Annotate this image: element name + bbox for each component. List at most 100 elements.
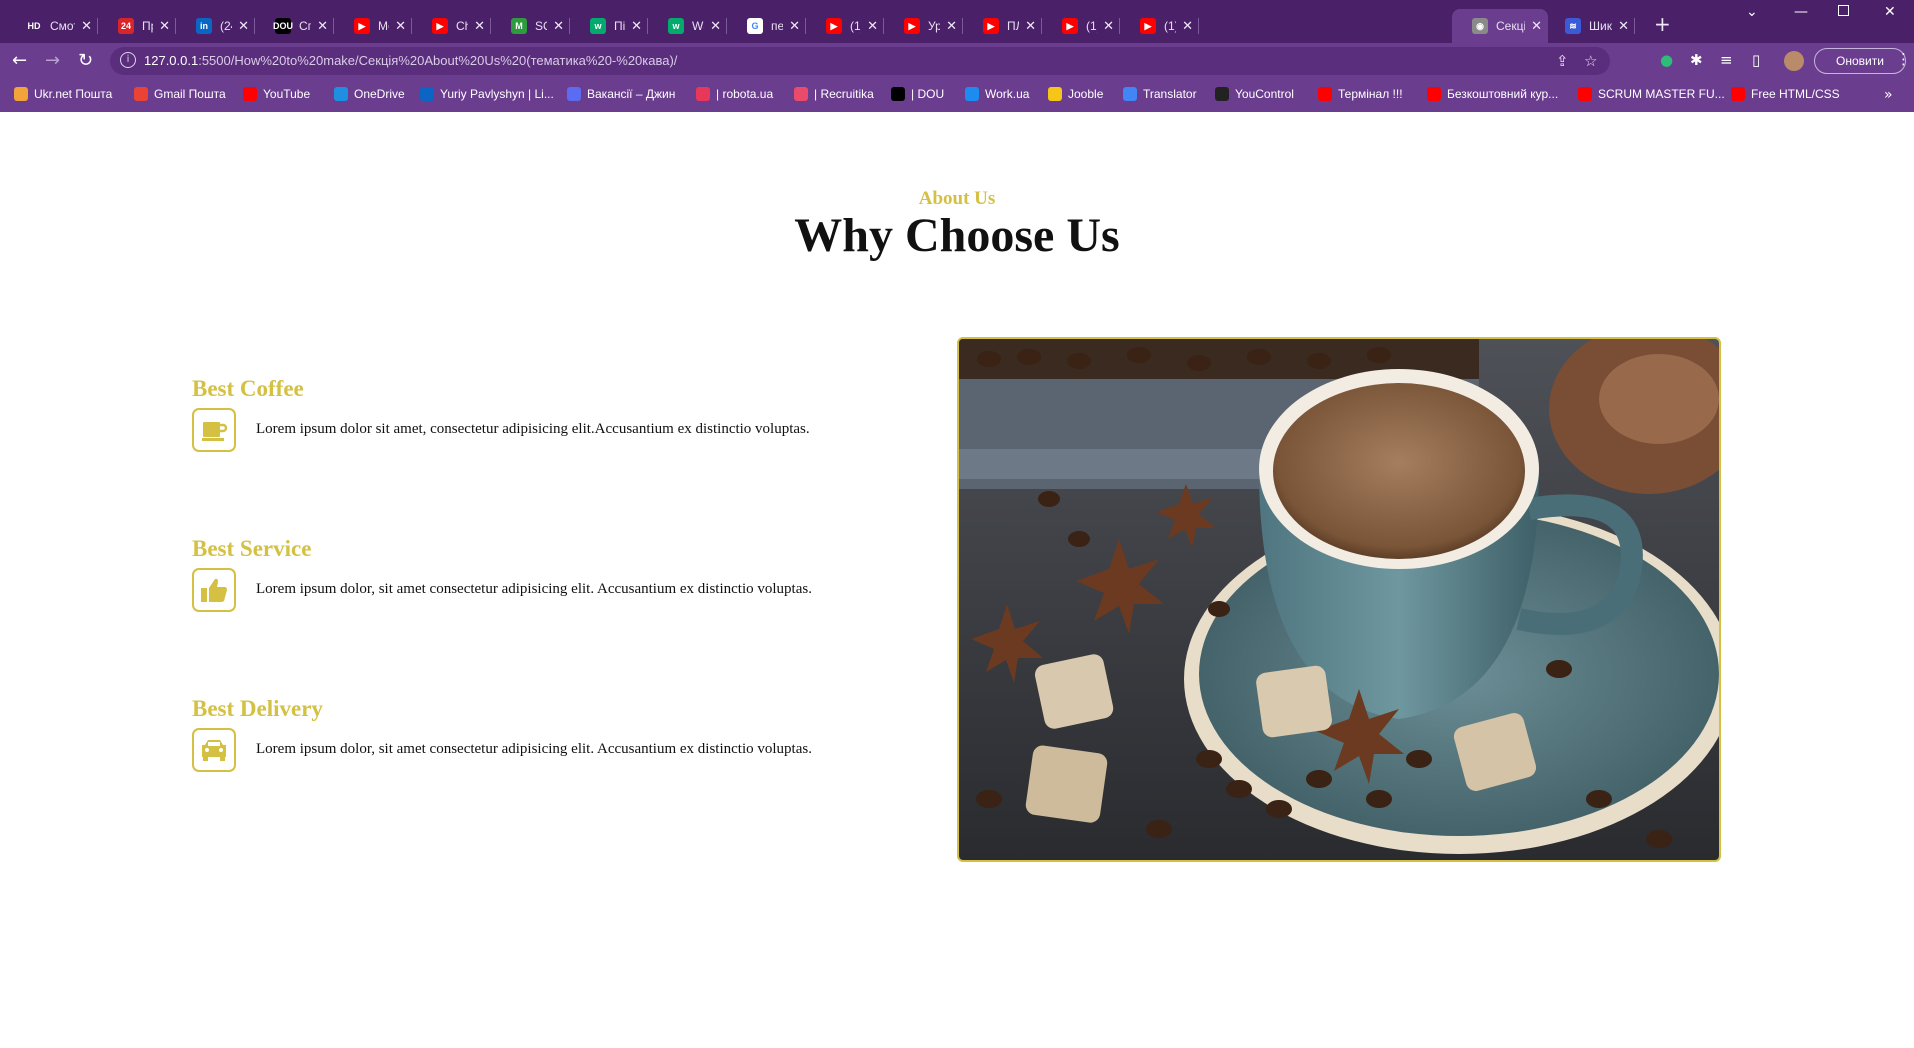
bookmark-label: Free HTML/CSS (1751, 87, 1840, 101)
tab-title: Підка (614, 19, 626, 33)
bookmark-label: OneDrive (354, 87, 405, 101)
minimize-icon[interactable]: — (1794, 4, 1808, 20)
browser-tab[interactable]: ◉ Секці ✕ (1452, 9, 1548, 43)
browser-tab[interactable]: ▶ (1) CS ✕ (1042, 9, 1120, 43)
bookmark-item[interactable]: Термінал !!! (1318, 87, 1403, 101)
bookmark-favicon-icon (1578, 87, 1592, 101)
browser-tab[interactable]: w W3Sc ✕ (648, 9, 727, 43)
bookmark-item[interactable]: Jooble (1048, 87, 1103, 101)
media-icon[interactable]: ≡ (1720, 51, 1733, 69)
tab-close-icon[interactable]: ✕ (1025, 18, 1036, 34)
browser-tab[interactable]: DOU Співб ✕ (255, 9, 334, 43)
browser-tab[interactable]: ▶ Моду ✕ (334, 9, 412, 43)
browser-tab[interactable]: ▶ (1) Ка ✕ (1120, 9, 1199, 43)
tab-close-icon[interactable]: ✕ (159, 18, 170, 34)
coffee-cup-photo (957, 337, 1721, 862)
bookmark-item[interactable]: OneDrive (334, 87, 405, 101)
browser-tab[interactable]: Gперев ✕ (727, 9, 806, 43)
tab-close-icon[interactable]: ✕ (710, 18, 721, 34)
bookmark-favicon-icon (696, 87, 710, 101)
bookmark-label: | DOU (911, 87, 945, 101)
bookmark-item[interactable]: | robota.ua (696, 87, 773, 101)
tab-close-icon[interactable]: ✕ (474, 18, 485, 34)
browser-tab[interactable]: ▶ (1) ЧТ ✕ (806, 9, 884, 43)
browser-tab[interactable]: M SQL fo ✕ (491, 9, 570, 43)
reload-icon[interactable]: ↻ (78, 50, 93, 71)
thumbs-up-icon (192, 568, 236, 612)
browser-tab[interactable]: ▶ ПЛАН ✕ (963, 9, 1042, 43)
feature-heading: Best Coffee (192, 376, 304, 401)
bookmark-item[interactable]: Gmail Пошта (134, 87, 226, 101)
feature-best-service: Best Service Lorem ipsum dolor, sit amet… (192, 536, 892, 636)
bookmark-item[interactable]: Безкоштовний кур... (1427, 87, 1558, 101)
feature-text: Lorem ipsum dolor, sit amet consectetur … (256, 581, 812, 597)
tab-title: (24) Л (220, 19, 232, 33)
bookmark-favicon-icon (794, 87, 808, 101)
site-info-icon[interactable]: i (120, 52, 136, 68)
browser-tab[interactable]: ≋ Шику ✕ (1545, 9, 1635, 43)
bookmark-item[interactable]: Work.ua (965, 87, 1029, 101)
tab-title: Смотр (50, 19, 75, 33)
bookmark-item[interactable]: Translator (1123, 87, 1197, 101)
bookmark-label: YouControl (1235, 87, 1294, 101)
forward-icon[interactable]: → (45, 50, 60, 71)
tab-search-icon[interactable]: ⌄ (1746, 4, 1758, 20)
bookmark-star-icon[interactable]: ☆ (1584, 52, 1597, 70)
bookmark-favicon-icon (1215, 87, 1229, 101)
more-bookmarks-icon[interactable]: » (1884, 87, 1893, 103)
tab-close-icon[interactable]: ✕ (1182, 18, 1193, 34)
tab-close-icon[interactable]: ✕ (631, 18, 642, 34)
menu-icon[interactable]: ⋮ (1896, 50, 1911, 68)
tab-close-icon[interactable]: ✕ (1103, 18, 1114, 34)
bookmark-item[interactable]: Yuriy Pavlyshyn | Li... (420, 87, 554, 101)
address-bar[interactable]: i 127.0.0.1:5500/How%20to%20make/Секція%… (110, 47, 1610, 75)
browser-tab[interactable]: ▶ Chron ✕ (412, 9, 491, 43)
browser-tab[interactable]: 24 Прямі ✕ (98, 9, 176, 43)
update-button[interactable]: Оновити (1814, 48, 1906, 74)
tab-close-icon[interactable]: ✕ (946, 18, 957, 34)
browser-tab[interactable]: HD Смотр ✕ (6, 9, 98, 43)
bookmark-favicon-icon (891, 87, 905, 101)
bookmark-item[interactable]: Free HTML/CSS (1731, 87, 1840, 101)
maximize-icon[interactable] (1838, 5, 1849, 16)
tab-close-icon[interactable]: ✕ (238, 18, 249, 34)
bookmarks-bar: Ukr.net Пошта Gmail Пошта YouTube OneDrive Y… (0, 79, 1914, 112)
tab-close-icon[interactable]: ✕ (81, 18, 92, 34)
share-icon[interactable]: ⇪ (1556, 52, 1569, 70)
bookmark-favicon-icon (14, 87, 28, 101)
tab-title: Співб (299, 19, 312, 33)
tab-favicon-icon: ▶ (983, 18, 999, 34)
tab-close-icon[interactable]: ✕ (317, 18, 328, 34)
tab-close-icon[interactable]: ✕ (867, 18, 878, 34)
side-panel-icon[interactable]: ▯ (1752, 51, 1760, 69)
profile-avatar[interactable] (1784, 51, 1804, 71)
grammarly-icon[interactable]: ● (1660, 51, 1673, 69)
new-tab-button[interactable]: + (1654, 12, 1671, 36)
browser-tab[interactable]: w Підка ✕ (570, 9, 648, 43)
bookmark-favicon-icon (243, 87, 257, 101)
tab-favicon-icon: M (511, 18, 527, 34)
tab-close-icon[interactable]: ✕ (1618, 18, 1629, 34)
browser-toolbar: ← → ↻ i 127.0.0.1:5500/How%20to%20make/С… (0, 43, 1914, 79)
tab-favicon-icon: ≋ (1565, 18, 1581, 34)
url-text[interactable]: 127.0.0.1:5500/How%20to%20make/Секція%20… (144, 53, 677, 68)
bookmark-item[interactable]: Вакансії – Джин (567, 87, 675, 101)
tab-title: Урок (928, 19, 941, 33)
tab-close-icon[interactable]: ✕ (395, 18, 406, 34)
tab-close-icon[interactable]: ✕ (1531, 18, 1542, 34)
close-window-icon[interactable]: ✕ (1884, 4, 1896, 20)
extensions-icon[interactable]: ✱ (1690, 51, 1703, 69)
browser-tab[interactable]: ▶ Урок ✕ (884, 9, 963, 43)
tab-close-icon[interactable]: ✕ (789, 18, 800, 34)
back-icon[interactable]: ← (12, 50, 27, 71)
bookmark-item[interactable]: YouTube (243, 87, 310, 101)
tab-title: ПЛАН (1007, 19, 1019, 33)
bookmark-item[interactable]: SCRUM MASTER FU... (1578, 87, 1725, 101)
bookmark-item[interactable]: | Recruitika (794, 87, 874, 101)
browser-tab[interactable]: in (24) Л ✕ (176, 9, 255, 43)
bookmark-item[interactable]: Ukr.net Пошта (14, 87, 112, 101)
tab-title: Секці (1496, 19, 1526, 33)
tab-close-icon[interactable]: ✕ (553, 18, 564, 34)
bookmark-item[interactable]: | DOU (891, 87, 944, 101)
bookmark-item[interactable]: YouControl (1215, 87, 1294, 101)
